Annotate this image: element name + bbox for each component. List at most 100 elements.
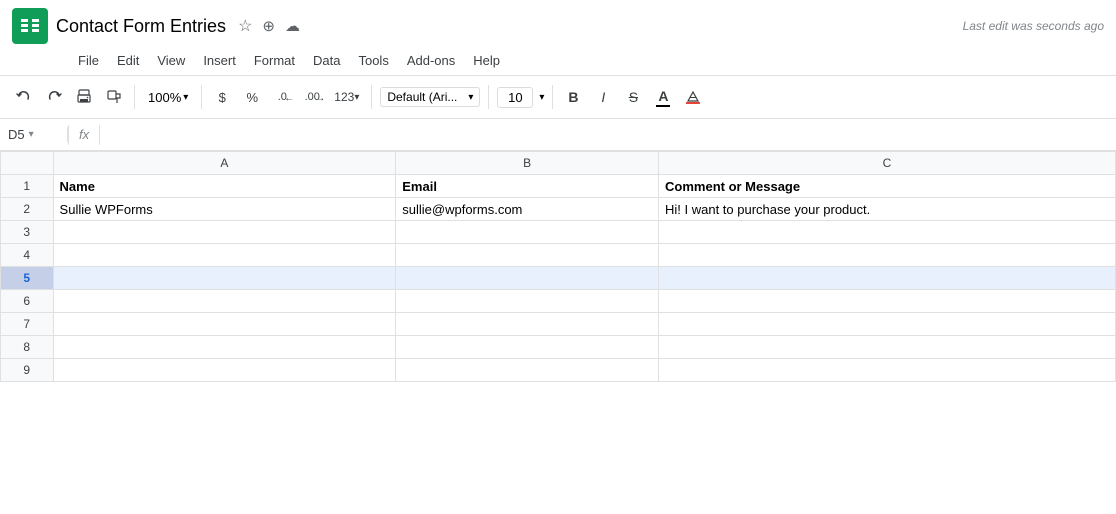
font-size-value: 10 bbox=[508, 90, 522, 105]
table-row: 6 bbox=[1, 290, 1116, 313]
cell-5-b[interactable] bbox=[396, 267, 659, 290]
redo-button[interactable] bbox=[42, 86, 66, 108]
font-size-chevron-icon[interactable]: ▾ bbox=[539, 92, 544, 103]
toolbar-separator-1 bbox=[134, 85, 135, 109]
cell-5-a[interactable] bbox=[53, 267, 396, 290]
font-size-input[interactable]: 10 bbox=[497, 87, 533, 108]
cell-7-a[interactable] bbox=[53, 313, 396, 336]
text-color-button[interactable]: A bbox=[651, 85, 675, 110]
spreadsheet-table: A B C 1NameEmailComment or Message 2Sulli… bbox=[0, 151, 1116, 382]
cell-1-a[interactable]: Name bbox=[53, 175, 396, 198]
cell-1-c[interactable]: Comment or Message bbox=[659, 175, 1116, 198]
font-dropdown[interactable]: Default (Ari... ▾ bbox=[380, 87, 480, 107]
cell-6-b[interactable] bbox=[396, 290, 659, 313]
menu-edit[interactable]: Edit bbox=[109, 50, 147, 71]
row-header-8[interactable]: 8 bbox=[1, 336, 54, 359]
fill-color-button[interactable] bbox=[681, 86, 705, 108]
toolbar: 100% ▾ $ % .0 ← .00 → 123 ▾ Default (Ari… bbox=[0, 75, 1116, 119]
title-icons: ☆ ⊕ ☁ bbox=[238, 16, 300, 36]
cell-reference-box[interactable]: D5 ▾ bbox=[8, 127, 68, 142]
arrow-left-icon: ← bbox=[284, 93, 294, 104]
row-header-2[interactable]: 2 bbox=[1, 198, 54, 221]
cell-9-a[interactable] bbox=[53, 359, 396, 382]
toolbar-separator-2 bbox=[201, 85, 202, 109]
number-format-button[interactable]: 123 ▾ bbox=[330, 87, 363, 107]
currency-button[interactable]: $ bbox=[210, 87, 234, 108]
menu-format[interactable]: Format bbox=[246, 50, 303, 71]
cell-2-a[interactable]: Sullie WPForms bbox=[53, 198, 396, 221]
cloud-icon[interactable]: ☁ bbox=[285, 17, 300, 35]
italic-button[interactable]: I bbox=[591, 86, 615, 108]
row-header-9[interactable]: 9 bbox=[1, 359, 54, 382]
cell-ref-value: D5 bbox=[8, 127, 25, 142]
font-chevron-icon: ▾ bbox=[468, 92, 473, 103]
arrow-right-icon: → bbox=[315, 93, 325, 104]
menu-data[interactable]: Data bbox=[305, 50, 348, 71]
undo-button[interactable] bbox=[12, 86, 36, 108]
col-header-b[interactable]: B bbox=[396, 152, 659, 175]
zoom-dropdown[interactable]: 100% ▾ bbox=[143, 87, 193, 108]
cell-3-a[interactable] bbox=[53, 221, 396, 244]
cell-ref-chevron: ▾ bbox=[29, 129, 34, 140]
cell-8-a[interactable] bbox=[53, 336, 396, 359]
cell-3-c[interactable] bbox=[659, 221, 1116, 244]
percent-button[interactable]: % bbox=[240, 87, 264, 108]
toolbar-separator-5 bbox=[552, 85, 553, 109]
menu-tools[interactable]: Tools bbox=[350, 50, 396, 71]
number-format-chevron: ▾ bbox=[354, 92, 359, 103]
cell-8-b[interactable] bbox=[396, 336, 659, 359]
cell-1-b[interactable]: Email bbox=[396, 175, 659, 198]
table-row: 9 bbox=[1, 359, 1116, 382]
row-header-1[interactable]: 1 bbox=[1, 175, 54, 198]
cell-3-b[interactable] bbox=[396, 221, 659, 244]
folder-icon[interactable]: ⊕ bbox=[262, 17, 275, 35]
cell-2-b[interactable]: sullie@wpforms.com bbox=[396, 198, 659, 221]
fx-label: fx bbox=[69, 127, 99, 142]
row-header-3[interactable]: 3 bbox=[1, 221, 54, 244]
strikethrough-button[interactable]: S bbox=[621, 86, 645, 108]
menu-view[interactable]: View bbox=[149, 50, 193, 71]
cell-9-b[interactable] bbox=[396, 359, 659, 382]
cell-7-b[interactable] bbox=[396, 313, 659, 336]
cell-8-c[interactable] bbox=[659, 336, 1116, 359]
menu-file[interactable]: File bbox=[70, 50, 107, 71]
table-row: 3 bbox=[1, 221, 1116, 244]
zoom-value: 100% bbox=[148, 90, 181, 105]
percent-symbol: % bbox=[247, 90, 259, 105]
table-row: 7 bbox=[1, 313, 1116, 336]
row-header-7[interactable]: 7 bbox=[1, 313, 54, 336]
title-bar: Contact Form Entries ☆ ⊕ ☁ Last edit was… bbox=[0, 0, 1116, 48]
column-header-row: A B C bbox=[1, 152, 1116, 175]
formula-input[interactable] bbox=[100, 127, 1108, 142]
menu-insert[interactable]: Insert bbox=[195, 50, 244, 71]
print-button[interactable] bbox=[72, 86, 96, 108]
bold-button[interactable]: B bbox=[561, 86, 585, 108]
cell-6-c[interactable] bbox=[659, 290, 1116, 313]
increase-decimal-button[interactable]: .00 → bbox=[300, 89, 324, 106]
menu-addons[interactable]: Add-ons bbox=[399, 50, 463, 71]
text-color-underline bbox=[656, 105, 670, 107]
row-header-5[interactable]: 5 bbox=[1, 267, 54, 290]
menu-bar: File Edit View Insert Format Data Tools … bbox=[0, 48, 1116, 75]
currency-symbol: $ bbox=[219, 90, 226, 105]
menu-help[interactable]: Help bbox=[465, 50, 508, 71]
toolbar-separator-3 bbox=[371, 85, 372, 109]
cell-4-c[interactable] bbox=[659, 244, 1116, 267]
cell-4-b[interactable] bbox=[396, 244, 659, 267]
col-header-a[interactable]: A bbox=[53, 152, 396, 175]
cell-9-c[interactable] bbox=[659, 359, 1116, 382]
cell-7-c[interactable] bbox=[659, 313, 1116, 336]
decrease-decimal-button[interactable]: .0 ← bbox=[270, 89, 294, 106]
row-header-4[interactable]: 4 bbox=[1, 244, 54, 267]
row-header-6[interactable]: 6 bbox=[1, 290, 54, 313]
corner-header bbox=[1, 152, 54, 175]
cell-4-a[interactable] bbox=[53, 244, 396, 267]
paint-format-button[interactable] bbox=[102, 86, 126, 108]
cell-2-c[interactable]: Hi! I want to purchase your product. bbox=[659, 198, 1116, 221]
cell-5-c[interactable] bbox=[659, 267, 1116, 290]
document-title: Contact Form Entries bbox=[56, 16, 226, 37]
cell-6-a[interactable] bbox=[53, 290, 396, 313]
star-icon[interactable]: ☆ bbox=[238, 16, 252, 36]
col-header-c[interactable]: C bbox=[659, 152, 1116, 175]
number-format-label: 123 bbox=[334, 90, 354, 104]
